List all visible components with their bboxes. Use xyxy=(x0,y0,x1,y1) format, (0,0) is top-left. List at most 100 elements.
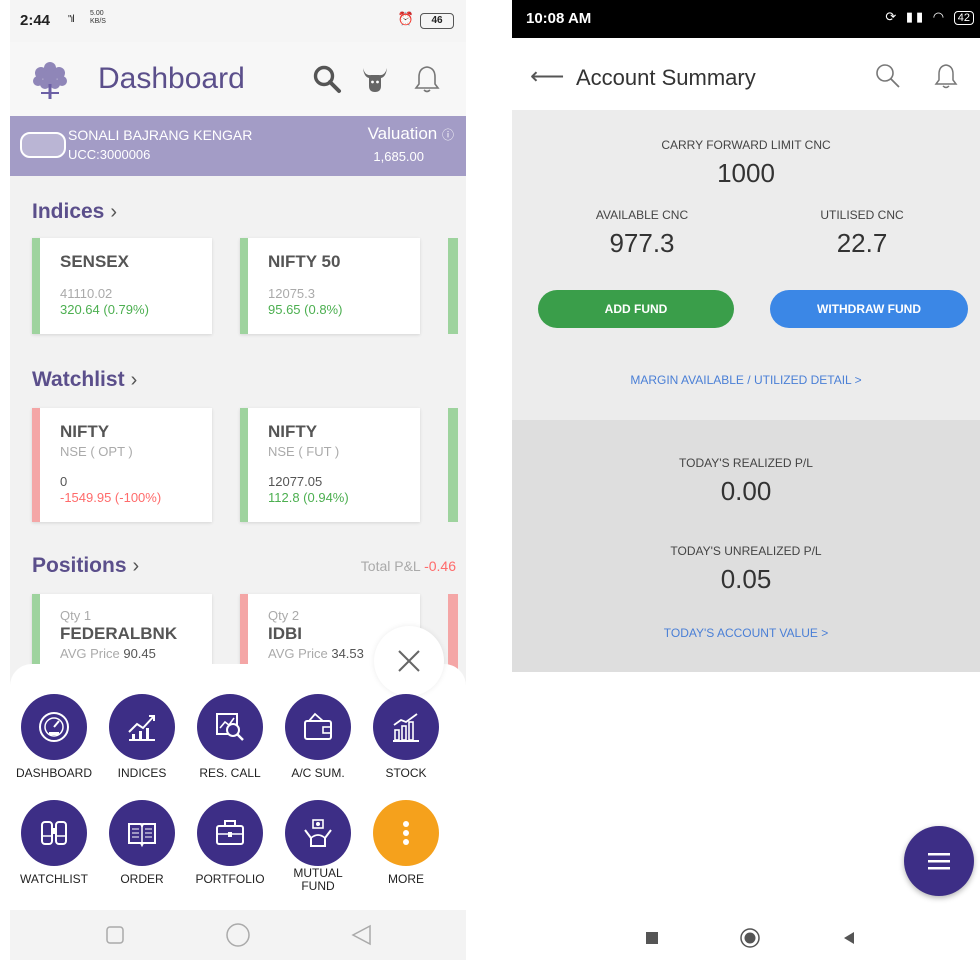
app-bar: Dashboard xyxy=(10,42,466,116)
carry-forward-value: 1000 xyxy=(717,158,775,188)
index-change: 320.64 (0.79%) xyxy=(60,302,149,317)
watchlist-heading[interactable]: Watchlist › xyxy=(32,368,137,392)
menu-label: A/C SUM. xyxy=(291,766,345,780)
watch-change: -1549.95 (-100%) xyxy=(60,490,162,505)
position-qty: Qty 2 xyxy=(268,608,300,623)
watchlist-tile[interactable]: NIFTY NSE ( FUT ) 12077.05 112.8 (0.94%) xyxy=(240,408,420,522)
realized-pnl-label: TODAY'S REALIZED P/L xyxy=(679,456,813,470)
battery-icon: 46 xyxy=(420,13,454,29)
watch-change: 112.8 (0.94%) xyxy=(268,490,349,505)
menu-label: RES. CALL xyxy=(199,766,261,780)
watch-value: 0 xyxy=(60,474,68,489)
add-fund-button[interactable]: ADD FUND xyxy=(538,290,734,328)
more-vertical-icon xyxy=(403,821,409,845)
watch-symbol: NIFTY xyxy=(268,422,318,441)
available-cnc-value: 977.3 xyxy=(609,228,675,258)
cnc-limits-panel: CARRY FORWARD LIMIT CNC 1000 AVAILABLE C… xyxy=(512,110,980,420)
chevron-right-icon: › xyxy=(132,555,140,577)
watch-value: 12077.05 xyxy=(268,474,323,489)
menu-dashboard[interactable]: DASHBOARD xyxy=(10,694,98,780)
menu-label: PORTFOLIO xyxy=(195,872,265,886)
alarm-icon: ⏰ xyxy=(397,11,414,26)
hamburger-menu-icon xyxy=(928,853,950,870)
menu-stock[interactable]: STOCK xyxy=(362,694,450,780)
binoculars-icon xyxy=(41,821,67,845)
close-icon xyxy=(398,650,420,672)
battery-icon: 42 xyxy=(953,11,974,25)
menu-portfolio[interactable]: PORTFOLIO xyxy=(186,800,274,886)
status-bar: 10:08 AM ⟳ ▮▮ ◠ 42 xyxy=(512,0,980,38)
watch-segment: NSE ( OPT ) xyxy=(60,444,133,459)
home-circle-icon[interactable] xyxy=(226,923,250,947)
recents-square-icon[interactable] xyxy=(106,926,124,944)
status-icons: ⟳ ▮▮ ◠ 42 xyxy=(885,9,974,25)
notification-bell-icon[interactable] xyxy=(932,62,960,90)
user-card-icon xyxy=(20,132,66,158)
signal-icon: "ıl xyxy=(68,14,74,25)
valuation-label: Valuation ⓘ xyxy=(367,124,454,143)
recents-square-icon[interactable] xyxy=(646,932,658,944)
realized-pnl-value: 0.00 xyxy=(720,476,772,506)
index-tile-partial[interactable] xyxy=(448,238,458,334)
notification-bell-icon[interactable] xyxy=(412,64,442,94)
menu-fab-button[interactable] xyxy=(904,826,974,896)
menu-label: DASHBOARD xyxy=(15,766,92,780)
index-tile[interactable]: NIFTY 50 12075.3 95.65 (0.8%) xyxy=(240,238,420,334)
positions-heading[interactable]: Positions › xyxy=(32,554,139,578)
watch-symbol: NIFTY xyxy=(60,422,110,441)
watch-segment: NSE ( FUT ) xyxy=(268,444,340,459)
position-avg: AVG Price 34.53 xyxy=(268,646,364,661)
home-circle-icon[interactable] xyxy=(740,928,760,948)
margin-detail-link[interactable]: MARGIN AVAILABLE / UTILIZED DETAIL > xyxy=(512,373,980,387)
watchlist-tile[interactable]: NIFTY NSE ( OPT ) 0 -1549.95 (-100%) xyxy=(32,408,212,522)
bull-icon[interactable] xyxy=(360,64,390,94)
menu-order[interactable]: ORDER xyxy=(98,800,186,886)
briefcase-icon xyxy=(216,820,244,845)
menu-account-summary[interactable]: A/C SUM. xyxy=(274,694,362,780)
position-qty: Qty 1 xyxy=(60,608,92,623)
menu-research-call[interactable]: RES. CALL xyxy=(186,694,274,780)
position-avg: AVG Price 90.45 xyxy=(60,646,156,661)
menu-indices[interactable]: INDICES xyxy=(98,694,186,780)
wifi-icon: ◠ xyxy=(932,9,948,24)
index-value: 41110.02 xyxy=(60,286,113,301)
app-bar: ⟵ Account Summary xyxy=(512,38,980,110)
growth-chart-icon xyxy=(128,715,155,741)
position-tile-partial[interactable] xyxy=(448,594,458,674)
research-magnifier-icon xyxy=(216,713,244,741)
watchlist-tile-partial[interactable] xyxy=(448,408,458,522)
search-icon[interactable] xyxy=(312,64,342,94)
close-menu-button[interactable] xyxy=(374,626,444,696)
indices-heading[interactable]: Indices › xyxy=(32,200,117,224)
phone-left-dashboard: 2:44 "ıl 5.00 KB/S ⏰ 46 Dashboard SONALI… xyxy=(10,0,466,960)
back-arrow-icon[interactable]: ⟵ xyxy=(530,62,564,91)
menu-watchlist[interactable]: WATCHLIST xyxy=(10,800,98,886)
chevron-right-icon: › xyxy=(130,369,138,391)
menu-more[interactable]: MORE xyxy=(362,800,450,886)
pnl-panel: TODAY'S REALIZED P/L 0.00 TODAY'S UNREAL… xyxy=(512,420,980,672)
user-name: SONALI BAJRANG KENGAR xyxy=(68,127,253,143)
unrealized-pnl-label: TODAY'S UNREALIZED P/L xyxy=(670,544,822,558)
user-summary-bar[interactable]: SONALI BAJRANG KENGAR UCC:3000006 Valuat… xyxy=(10,116,466,176)
index-tile[interactable]: SENSEX 41110.02 320.64 (0.79%) xyxy=(32,238,212,334)
back-triangle-icon[interactable] xyxy=(842,931,856,945)
menu-mutual-fund[interactable]: MUTUAL FUND xyxy=(274,800,362,893)
withdraw-fund-button[interactable]: WITHDRAW FUND xyxy=(770,290,968,328)
system-nav-bar xyxy=(512,914,980,964)
index-change: 95.65 (0.8%) xyxy=(268,302,343,317)
utilised-cnc-value: 22.7 xyxy=(836,228,888,258)
back-triangle-icon[interactable] xyxy=(350,924,372,946)
speedometer-icon xyxy=(39,712,69,742)
status-time: 10:08 AM xyxy=(526,10,592,27)
index-name: NIFTY 50 xyxy=(268,252,341,271)
net-speed: 5.00 KB/S xyxy=(90,10,106,25)
index-value: 12075.3 xyxy=(268,286,315,301)
position-tile[interactable]: Qty 1 FEDERALBNK AVG Price 90.45 xyxy=(32,594,212,674)
sync-icon: ⟳ xyxy=(885,9,900,24)
status-bar: 2:44 "ıl 5.00 KB/S ⏰ 46 xyxy=(10,0,466,42)
account-value-link[interactable]: TODAY'S ACCOUNT VALUE > xyxy=(512,626,980,640)
menu-label: STOCK xyxy=(385,766,427,780)
phone-right-account-summary: 10:08 AM ⟳ ▮▮ ◠ 42 ⟵ Account Summary CAR… xyxy=(512,0,980,964)
carry-forward-label: CARRY FORWARD LIMIT CNC xyxy=(661,138,831,152)
search-icon[interactable] xyxy=(874,62,902,90)
